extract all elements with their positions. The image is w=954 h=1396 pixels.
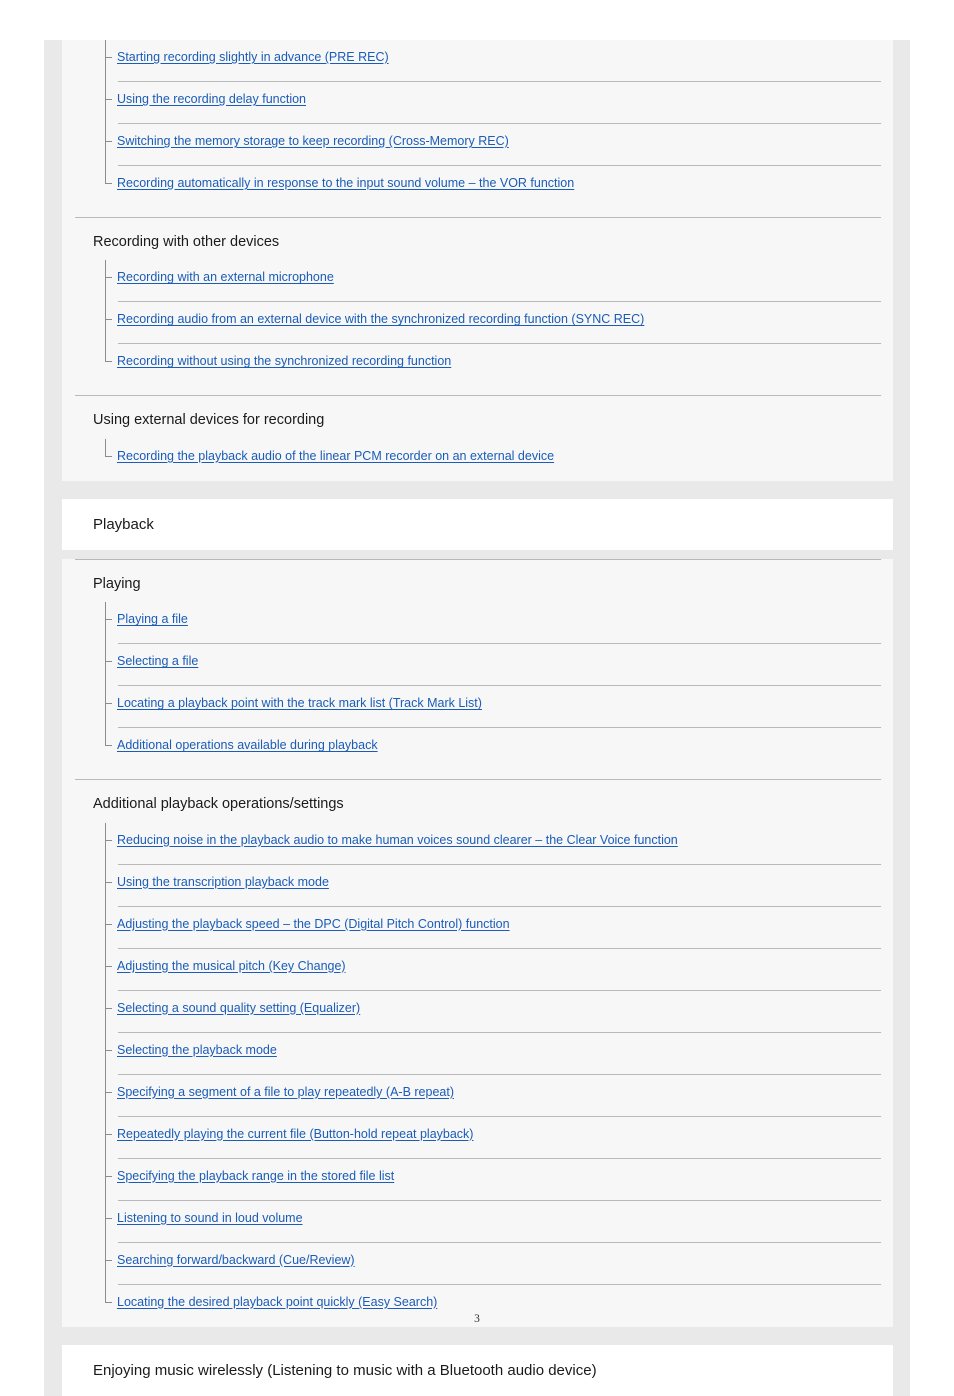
toc-link[interactable]: Adjusting the musical pitch (Key Change)	[117, 959, 346, 974]
chapter-title: Playback	[93, 515, 154, 533]
tree-branch-icon	[105, 319, 112, 321]
toc-tree: Recording with an external microphone Rec…	[62, 260, 893, 386]
band-gap	[44, 489, 910, 499]
tree-branch-icon	[105, 745, 112, 747]
toc-entry[interactable]: Recording without using the synchronized…	[105, 344, 893, 386]
document-page: Starting recording slightly in advance (…	[0, 0, 954, 1396]
tree-branch-icon	[105, 965, 112, 967]
toc-entry[interactable]: Additional operations available during p…	[105, 728, 893, 770]
toc-entry[interactable]: Recording the playback audio of the line…	[105, 439, 893, 481]
tree-branch-icon	[105, 455, 112, 457]
tree-branch-icon	[105, 1091, 112, 1093]
chapter-title: Enjoying music wirelessly (Listening to …	[93, 1361, 597, 1379]
toc-group: Starting recording slightly in advance (…	[62, 40, 893, 481]
toc-entry[interactable]: Playing a file	[105, 602, 893, 645]
tree-branch-icon	[105, 661, 112, 663]
toc-entry[interactable]: Adjusting the playback speed – the DPC (…	[105, 907, 893, 949]
toc-link[interactable]: Recording automatically in response to t…	[117, 176, 574, 191]
toc-link[interactable]: Locating a playback point with the track…	[117, 696, 482, 711]
tree-branch-icon	[105, 1133, 112, 1135]
toc-link[interactable]: Locating the desired playback point quic…	[117, 1295, 437, 1310]
chapter-heading: Playback	[62, 498, 893, 550]
tree-branch-icon	[105, 141, 112, 142]
toc-tree: Reducing noise in the playback audio to …	[62, 822, 893, 1327]
table-of-contents: Starting recording slightly in advance (…	[44, 40, 910, 1396]
toc-link[interactable]: Using the recording delay function	[117, 92, 306, 107]
toc-entry[interactable]: Using the recording delay function	[105, 82, 893, 124]
tree-branch-icon	[105, 1217, 112, 1219]
tree-branch-icon	[105, 839, 112, 841]
toc-link[interactable]: Repeatedly playing the current file (But…	[117, 1127, 473, 1142]
toc-link[interactable]: Recording with an external microphone	[117, 270, 334, 285]
tree-branch-icon	[105, 99, 112, 100]
toc-entry[interactable]: Listening to sound in loud volume	[105, 1201, 893, 1243]
section-title: Using external devices for recording	[93, 412, 325, 429]
chapter-heading: Enjoying music wirelessly (Listening to …	[62, 1344, 893, 1396]
tree-branch-icon	[105, 1007, 112, 1009]
toc-entry[interactable]: Recording with an external microphone	[105, 260, 893, 303]
toc-entry[interactable]: Selecting the playback mode	[105, 1033, 893, 1075]
tree-branch-icon	[105, 1301, 112, 1303]
toc-link[interactable]: Additional operations available during p…	[117, 738, 378, 753]
toc-entry[interactable]: Recording audio from an external device …	[105, 302, 893, 345]
toc-entry[interactable]: Selecting a file	[105, 644, 893, 687]
tree-branch-icon	[105, 923, 112, 925]
toc-entry[interactable]: Specifying the playback range in the sto…	[105, 1159, 893, 1201]
toc-entry[interactable]: Switching the memory storage to keep rec…	[105, 124, 893, 166]
toc-link[interactable]: Searching forward/backward (Cue/Review)	[117, 1253, 355, 1268]
page-number: 3	[474, 1313, 480, 1325]
toc-link[interactable]: Playing a file	[117, 612, 188, 627]
band-gap	[44, 1335, 910, 1345]
toc-entry[interactable]: Adjusting the musical pitch (Key Change)	[105, 949, 893, 991]
section-title: Playing	[93, 575, 141, 592]
toc-section: Recording with other devices Recording wi…	[62, 217, 893, 386]
toc-entry[interactable]: Starting recording slightly in advance (…	[105, 40, 893, 82]
toc-link[interactable]: Using the transcription playback mode	[117, 875, 329, 890]
toc-link[interactable]: Switching the memory storage to keep rec…	[117, 134, 509, 149]
toc-entry[interactable]: Using the transcription playback mode	[105, 865, 893, 907]
toc-group: Playing Playing a file Selecting a file Loc…	[62, 558, 893, 1327]
tree-branch-icon	[105, 619, 112, 621]
tree-branch-icon	[105, 183, 112, 184]
toc-link[interactable]: Reducing noise in the playback audio to …	[117, 833, 678, 848]
toc-link[interactable]: Selecting a file	[117, 654, 198, 669]
toc-link[interactable]: Starting recording slightly in advance (…	[117, 50, 389, 65]
toc-entry[interactable]: Repeatedly playing the current file (But…	[105, 1117, 893, 1159]
toc-entry[interactable]: Reducing noise in the playback audio to …	[105, 823, 893, 865]
toc-link[interactable]: Recording audio from an external device …	[117, 312, 644, 327]
toc-entry[interactable]: Locating a playback point with the track…	[105, 686, 893, 729]
toc-link[interactable]: Specifying the playback range in the sto…	[117, 1169, 394, 1184]
toc-link[interactable]: Selecting a sound quality setting (Equal…	[117, 1001, 360, 1016]
toc-section: Additional playback operations/settings R…	[62, 779, 893, 1326]
tree-branch-icon	[105, 1049, 112, 1051]
tree-branch-icon	[105, 361, 112, 363]
toc-link[interactable]: Recording without using the synchronized…	[117, 354, 451, 369]
tree-branch-icon	[105, 57, 112, 58]
toc-tree: Recording the playback audio of the line…	[62, 438, 893, 481]
tree-branch-icon	[105, 703, 112, 705]
toc-section: Using external devices for recording Reco…	[62, 395, 893, 480]
toc-link[interactable]: Adjusting the playback speed – the DPC (…	[117, 917, 510, 932]
toc-entry[interactable]: Searching forward/backward (Cue/Review)	[105, 1243, 893, 1285]
band-gap	[44, 549, 910, 559]
toc-link[interactable]: Selecting the playback mode	[117, 1043, 277, 1058]
toc-link[interactable]: Listening to sound in loud volume	[117, 1211, 303, 1226]
toc-link[interactable]: Specifying a segment of a file to play r…	[117, 1085, 454, 1100]
tree-branch-icon	[105, 1175, 112, 1177]
toc-tree: Playing a file Selecting a file Locating a…	[62, 602, 893, 770]
toc-tree: Starting recording slightly in advance (…	[62, 40, 893, 208]
toc-entry[interactable]: Selecting a sound quality setting (Equal…	[105, 991, 893, 1033]
tree-branch-icon	[105, 881, 112, 883]
section-title: Additional playback operations/settings	[93, 796, 344, 813]
toc-section: Playing Playing a file Selecting a file Loc…	[62, 558, 893, 770]
tree-branch-icon	[105, 1259, 112, 1261]
toc-entry[interactable]: Specifying a segment of a file to play r…	[105, 1075, 893, 1117]
toc-entry[interactable]: Recording automatically in response to t…	[105, 166, 893, 208]
toc-link[interactable]: Recording the playback audio of the line…	[117, 449, 554, 464]
tree-branch-icon	[105, 277, 112, 279]
section-title: Recording with other devices	[93, 234, 280, 250]
